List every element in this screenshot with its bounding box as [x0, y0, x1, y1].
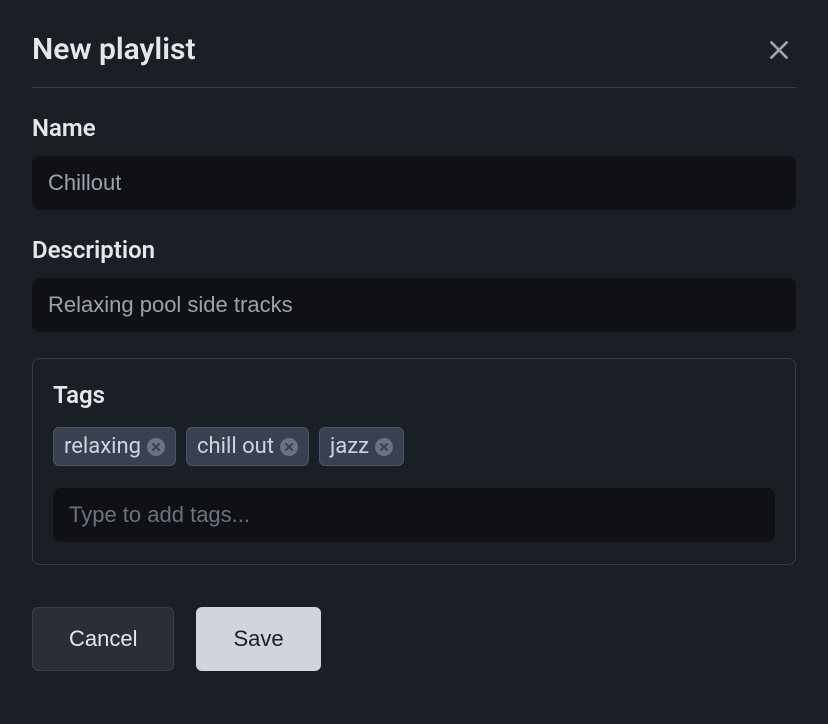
name-label: Name: [32, 114, 796, 142]
tag-remove-button[interactable]: [280, 438, 298, 456]
description-label: Description: [32, 236, 796, 264]
close-button[interactable]: [762, 33, 796, 67]
tags-list: relaxing chill out jazz: [53, 427, 775, 466]
cancel-button[interactable]: Cancel: [32, 607, 174, 671]
close-icon: [766, 37, 792, 63]
tag-remove-button[interactable]: [147, 438, 165, 456]
tag-chip: jazz: [319, 427, 404, 466]
tag-label: jazz: [330, 434, 369, 459]
name-input[interactable]: [32, 156, 796, 210]
remove-icon: [379, 442, 389, 452]
tag-label: chill out: [197, 434, 274, 459]
tag-chip: relaxing: [53, 427, 176, 466]
remove-icon: [284, 442, 294, 452]
tag-remove-button[interactable]: [375, 438, 393, 456]
save-button[interactable]: Save: [196, 607, 320, 671]
tags-input[interactable]: [53, 488, 775, 542]
tag-label: relaxing: [64, 434, 141, 459]
tag-chip: chill out: [186, 427, 309, 466]
description-input[interactable]: [32, 278, 796, 332]
dialog-title: New playlist: [32, 32, 196, 67]
tags-label: Tags: [53, 381, 775, 409]
remove-icon: [151, 442, 161, 452]
